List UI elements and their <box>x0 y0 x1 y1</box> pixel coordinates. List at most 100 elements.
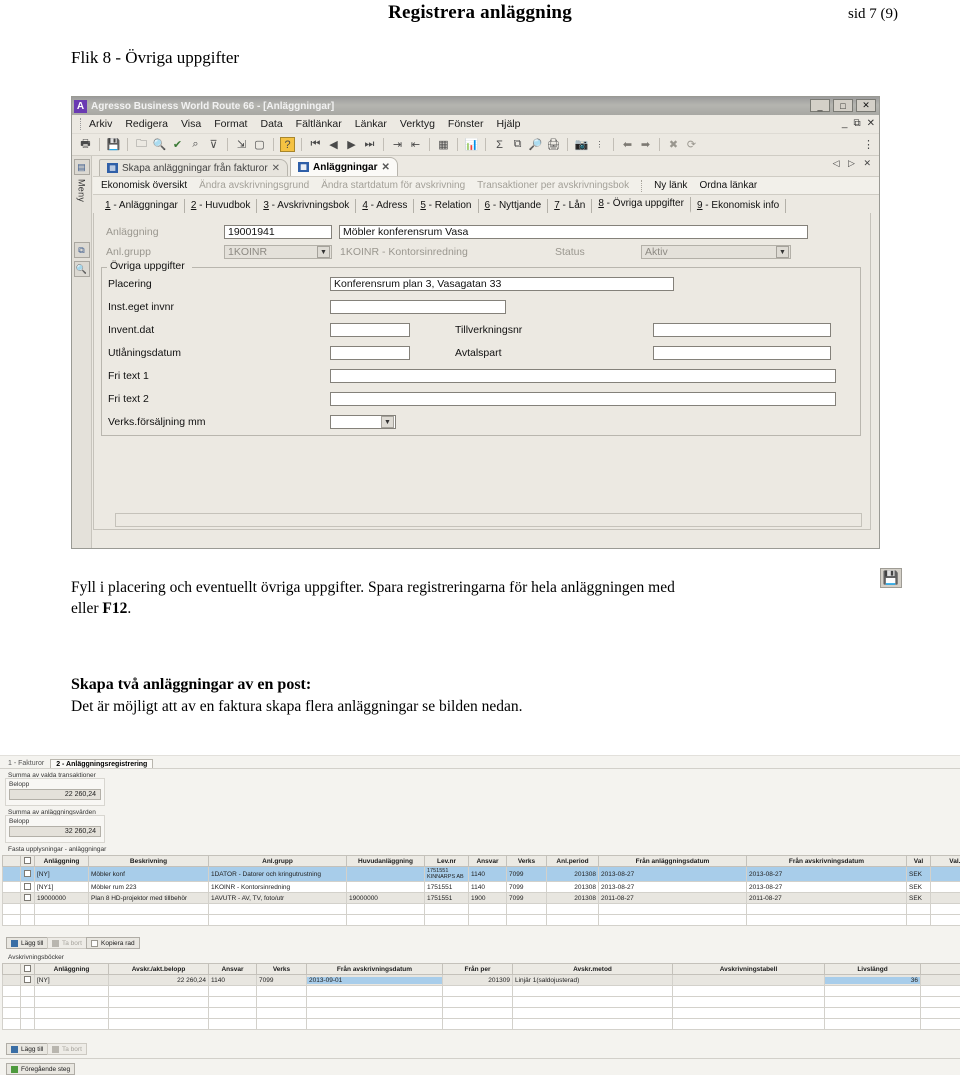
table-row[interactable]: [NY] Möbler konf 1DATOR - Datorer och kr… <box>2 866 960 882</box>
chevron-down-icon[interactable]: ▼ <box>317 246 330 258</box>
grid2-col-belopp[interactable]: Avskr./akt.belopp <box>108 963 209 975</box>
empty-cell[interactable] <box>824 1007 921 1019</box>
cell-ansvar[interactable]: 1140 <box>208 974 257 986</box>
grid1-col-ansvar[interactable]: Ansvar <box>468 855 507 867</box>
row-checkbox-cell[interactable] <box>20 866 35 882</box>
cmd-transaktioner[interactable]: Transaktioner per avskrivningsbok <box>477 180 629 191</box>
table-row[interactable]: 19000000 Plan 8 HD-projektor med tillbeh… <box>2 892 960 904</box>
row-checkbox-cell[interactable] <box>20 1018 35 1030</box>
cell-verks[interactable]: 7099 <box>506 866 547 882</box>
menu-item-lankar[interactable]: Länkar <box>355 118 387 130</box>
form-tab-5-relation[interactable]: 5 - Relation <box>414 199 479 213</box>
cell-avskrivningstabell[interactable] <box>672 974 825 986</box>
table-row-empty[interactable] <box>2 1018 960 1030</box>
doc-tab-anlaggningar[interactable]: ▦ Anläggningar ✕ <box>290 157 398 176</box>
empty-cell[interactable] <box>108 996 209 1008</box>
filter-icon[interactable]: ⊽ <box>206 137 221 152</box>
row-checkbox-cell[interactable] <box>20 996 35 1008</box>
grid1-col-fran-anlaggningsdatum[interactable]: Från anläggningsdatum <box>598 855 747 867</box>
table-row-empty[interactable] <box>2 914 960 926</box>
cmd-ordna-lankar[interactable]: Ordna länkar <box>699 180 757 191</box>
cell-ansvar[interactable]: 1900 <box>468 892 507 904</box>
maximize-button[interactable]: □ <box>833 99 853 112</box>
grid1-col-beskrivning[interactable]: Beskrivning <box>88 855 209 867</box>
inst-input[interactable] <box>330 300 506 314</box>
empty-cell[interactable] <box>824 1018 921 1030</box>
mdi-restore-icon[interactable]: ⧉ <box>853 118 860 129</box>
forward-icon[interactable]: ➡ <box>638 137 653 152</box>
empty-cell[interactable] <box>424 903 469 915</box>
fritext2-input[interactable] <box>330 392 836 406</box>
print-icon[interactable]: 🖶 <box>78 137 93 152</box>
empty-cell[interactable] <box>442 996 513 1008</box>
cmd-andra-startdatum[interactable]: Ändra startdatum för avskrivning <box>321 180 465 191</box>
anlgrupp-combo[interactable]: 1KOINR ▼ <box>224 245 332 259</box>
print-preview-icon[interactable]: 🖨 <box>546 137 561 152</box>
empty-cell[interactable] <box>512 985 673 997</box>
mdi-close-icon[interactable]: ✕ <box>867 118 875 129</box>
empty-cell[interactable] <box>346 903 425 915</box>
empty-cell[interactable] <box>824 985 921 997</box>
outdent-icon[interactable]: ⇤ <box>408 137 423 152</box>
empty-cell[interactable] <box>424 914 469 926</box>
row-checkbox[interactable] <box>24 883 31 891</box>
cmd-ny-lank[interactable]: Ny länk <box>654 180 687 191</box>
cell-anlaggning[interactable]: 19000000 <box>34 892 89 904</box>
menu-item-verktyg[interactable]: Verktyg <box>400 118 435 130</box>
cell-verks[interactable]: 7099 <box>506 892 547 904</box>
grid1-col-valbelopp[interactable]: Val.belopp <box>930 855 960 867</box>
empty-cell[interactable] <box>672 1018 825 1030</box>
row-checkbox-cell[interactable] <box>20 985 35 997</box>
avtalspart-input[interactable] <box>653 346 831 360</box>
menu-item-arkiv[interactable]: Arkiv <box>89 118 112 130</box>
toolbar-overflow-icon[interactable]: ⋮ <box>592 137 607 152</box>
cell-anlgrupp[interactable]: 1AVUTR - AV, TV, foto/utr <box>208 892 347 904</box>
cell-fran-per[interactable]: 201309 <box>442 974 513 986</box>
grid1-col-verks[interactable]: Verks <box>506 855 547 867</box>
cell-verks[interactable]: 7099 <box>256 974 307 986</box>
placering-input[interactable]: Konferensrum plan 3, Vasagatan 33 <box>330 277 674 291</box>
grid2-col-fran-avskrivningsdatum[interactable]: Från avskrivningsdatum <box>306 963 443 975</box>
select-all-checkbox[interactable] <box>24 965 31 973</box>
add-row-button-grid1[interactable]: Lägg till <box>6 937 49 949</box>
cell-livslangd[interactable]: 36 <box>824 974 921 986</box>
grid2-col-avskr-metod[interactable]: Avskr.metod <box>512 963 673 975</box>
empty-cell[interactable] <box>34 1018 109 1030</box>
previous-step-button[interactable]: Föregående steg <box>6 1063 76 1075</box>
menu-item-redigera[interactable]: Redigera <box>125 118 168 130</box>
add-row-button-grid2[interactable]: Lägg till <box>6 1043 49 1055</box>
grid-avskrivningsbocker[interactable]: Anläggning Avskr./akt.belopp Ansvar Verk… <box>2 963 960 1030</box>
grid-icon[interactable]: ▦ <box>436 137 451 152</box>
empty-cell[interactable] <box>442 1007 513 1019</box>
empty-cell[interactable] <box>512 1018 673 1030</box>
grid1-col-anlaggning[interactable]: Anläggning <box>34 855 89 867</box>
empty-cell[interactable] <box>256 996 307 1008</box>
form-tab-7-lan[interactable]: 7 - Lån <box>548 199 593 213</box>
table-row[interactable]: [NY] 22 260,24 1140 7099 2013-09-01 2013… <box>2 974 960 986</box>
invent-input[interactable] <box>330 323 410 337</box>
cell-huvudanlaggning[interactable] <box>346 881 425 893</box>
grid2-col-verks[interactable]: Verks <box>256 963 307 975</box>
cell-valbelopp[interactable]: 5 000,00 <box>930 881 960 893</box>
empty-cell[interactable] <box>88 914 209 926</box>
empty-cell[interactable] <box>906 914 931 926</box>
menu-item-faltlankar[interactable]: Fältlänkar <box>296 118 342 130</box>
tillverkningsnr-input[interactable] <box>653 323 831 337</box>
menu-item-hjalp[interactable]: Hjälp <box>497 118 521 130</box>
grid1-col-checkbox[interactable] <box>20 855 35 867</box>
tab-navigation[interactable]: ◁ ▷ ✕ <box>833 158 874 169</box>
cell-fran-avskrivningsdatum[interactable]: 2011-08-27 <box>746 892 907 904</box>
row-checkbox[interactable] <box>24 976 31 984</box>
cell-beskrivning[interactable]: Plan 8 HD-projektor med tillbehör <box>88 892 209 904</box>
copy-icon[interactable]: ⧉ <box>510 137 525 152</box>
grid1-col-anlgrupp[interactable]: Anl.grupp <box>208 855 347 867</box>
grid1-col-huvudanlaggning[interactable]: Huvudanläggning <box>346 855 425 867</box>
form-tab-9-ekonomisk-info[interactable]: 9 - Ekonomisk info <box>691 199 787 213</box>
empty-cell[interactable] <box>306 1018 443 1030</box>
grid2-col-ansvar[interactable]: Ansvar <box>208 963 257 975</box>
empty-cell[interactable] <box>34 1007 109 1019</box>
grid1-col-anlperiod[interactable]: Anl.period <box>546 855 599 867</box>
zoom-icon[interactable]: ⌕ <box>188 137 203 152</box>
empty-cell[interactable] <box>506 903 547 915</box>
empty-cell[interactable] <box>108 1007 209 1019</box>
